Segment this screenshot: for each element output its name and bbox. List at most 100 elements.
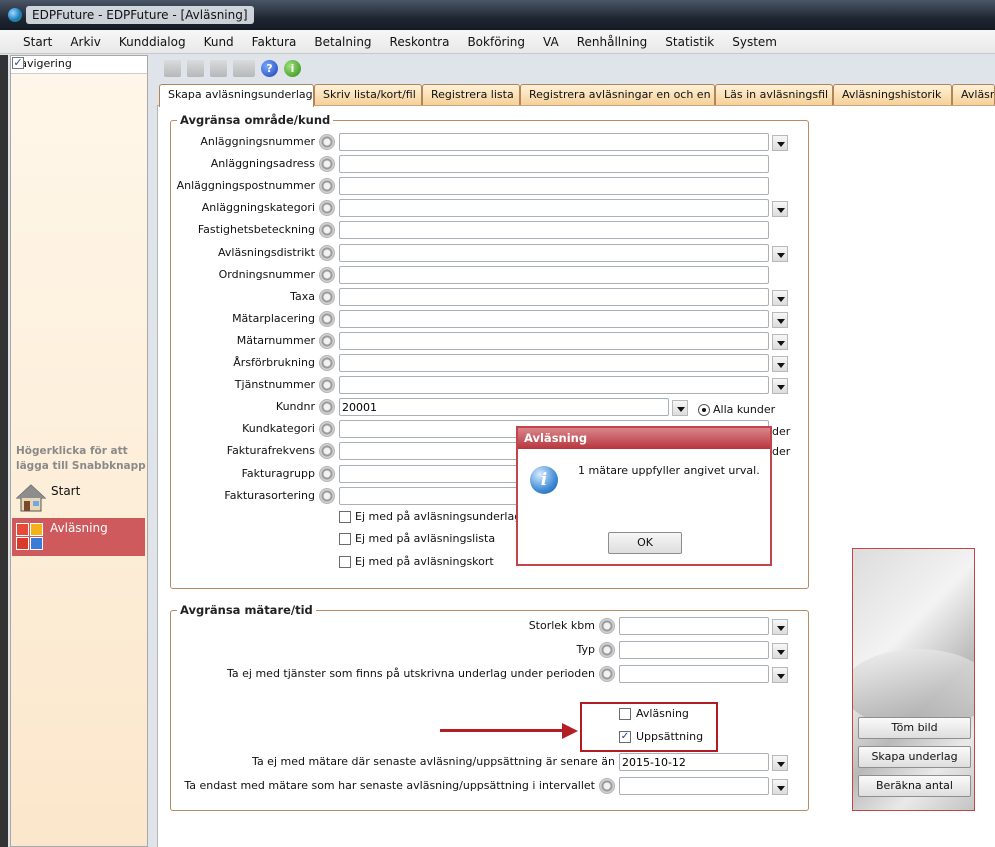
chevron-down-icon[interactable] — [772, 290, 788, 306]
field-anläggningsadress-input[interactable] — [339, 155, 769, 173]
gear-icon[interactable] — [319, 466, 335, 482]
checkbox-uppsattning[interactable]: ✓ — [619, 731, 631, 743]
gear-icon[interactable] — [599, 666, 615, 682]
menu-statistik[interactable]: Statistik — [656, 30, 723, 53]
preview-icon[interactable] — [210, 59, 227, 77]
chevron-down-icon[interactable] — [772, 755, 788, 771]
field-tjanster-input[interactable] — [619, 665, 769, 683]
field-date-input[interactable] — [619, 753, 769, 771]
gear-icon[interactable] — [319, 399, 335, 415]
gear-icon[interactable] — [319, 200, 335, 216]
field-typ-input[interactable] — [619, 641, 769, 659]
gear-icon[interactable] — [319, 267, 335, 283]
gear-icon[interactable] — [319, 222, 335, 238]
chevron-down-icon[interactable] — [772, 643, 788, 659]
field-fastighetsbeteckning-input[interactable] — [339, 221, 769, 239]
chevron-down-icon[interactable] — [772, 619, 788, 635]
field-interval-input[interactable] — [619, 777, 769, 795]
gear-icon[interactable] — [319, 488, 335, 504]
field-mätarplacering-input[interactable] — [339, 310, 769, 328]
menu-start[interactable]: Start — [14, 30, 61, 53]
chevron-down-icon[interactable] — [772, 135, 788, 151]
menu-kunddialog[interactable]: Kunddialog — [110, 30, 195, 53]
field-storlek-kbm-input[interactable] — [619, 617, 769, 635]
menu-arkiv[interactable]: Arkiv — [61, 30, 110, 53]
chevron-down-icon[interactable] — [772, 779, 788, 795]
menu-system[interactable]: System — [723, 30, 786, 53]
berakna-antal-button[interactable]: Beräkna antal — [858, 775, 971, 797]
menu-reskontra[interactable]: Reskontra — [381, 30, 459, 53]
gear-icon[interactable] — [319, 289, 335, 305]
tab-registrera-lista[interactable]: Registrera lista — [422, 84, 520, 106]
export-icon[interactable] — [233, 59, 255, 77]
checkbox-avlasning-label: Avläsning — [636, 707, 689, 720]
field-mätarnummer-input[interactable] — [339, 332, 769, 350]
tiles-icon — [16, 523, 44, 551]
field-tjänstnummer-input[interactable] — [339, 376, 769, 394]
help-icon[interactable]: ? — [261, 59, 278, 77]
field-taxa-input[interactable] — [339, 288, 769, 306]
ok-button[interactable]: OK — [608, 532, 682, 554]
checkbox-ej-med-underlag[interactable] — [339, 511, 351, 523]
tom-bild-button[interactable]: Töm bild — [858, 717, 971, 739]
field-anläggningskategori-label: Anläggningskategori — [201, 201, 315, 214]
field-avläsningsdistrikt-label: Avläsningsdistrikt — [218, 246, 315, 259]
nav-item-avlasning[interactable]: Avläsning — [12, 518, 145, 556]
chevron-down-icon[interactable] — [772, 334, 788, 350]
gear-icon[interactable] — [599, 778, 615, 794]
print-icon[interactable] — [187, 59, 204, 77]
checkbox-ej-med-kort[interactable] — [339, 556, 351, 568]
chevron-down-icon[interactable] — [772, 667, 788, 683]
skapa-underlag-button[interactable]: Skapa underlag — [858, 746, 971, 768]
menu-kund[interactable]: Kund — [195, 30, 243, 53]
chevron-down-icon[interactable] — [772, 378, 788, 394]
nav-header: Navigering ✓ — [11, 56, 147, 74]
chevron-down-icon[interactable] — [772, 246, 788, 262]
gear-icon[interactable] — [319, 443, 335, 459]
radio-alla-kunder[interactable] — [698, 404, 710, 416]
info-icon[interactable]: i — [284, 59, 301, 77]
gear-icon[interactable] — [319, 421, 335, 437]
menu-betalning[interactable]: Betalning — [305, 30, 380, 53]
checkbox-avlasning[interactable] — [619, 708, 631, 720]
chevron-down-icon[interactable] — [672, 400, 688, 416]
field-årsförbrukning-input[interactable] — [339, 354, 769, 372]
gear-icon[interactable] — [319, 355, 335, 371]
gear-icon[interactable] — [319, 245, 335, 261]
field-anläggningspostnummer-input[interactable] — [339, 177, 769, 195]
tab-las-in-fil[interactable]: Läs in avläsningsfil — [715, 84, 833, 106]
back-icon[interactable] — [164, 59, 181, 77]
gear-icon[interactable] — [319, 178, 335, 194]
gear-icon[interactable] — [319, 134, 335, 150]
checkbox-ej-med-kort-label: Ej med på avläsningskort — [355, 555, 494, 568]
tab-avlasn[interactable]: Avläsn — [952, 84, 995, 106]
gear-icon[interactable] — [319, 156, 335, 172]
field-anläggningsnummer-input[interactable] — [339, 133, 769, 151]
menu-faktura[interactable]: Faktura — [243, 30, 306, 53]
field-ordningsnummer-input[interactable] — [339, 266, 769, 284]
tab-skapa-avlasningsunderlag[interactable]: Skapa avläsningsunderlag — [159, 84, 314, 107]
field-kundnr-input[interactable] — [339, 398, 669, 416]
field-anläggningskategori-input[interactable] — [339, 199, 769, 217]
chevron-down-icon[interactable] — [772, 356, 788, 372]
chevron-down-icon[interactable] — [772, 201, 788, 217]
nav-item-start[interactable]: Start — [13, 481, 145, 515]
menu-bokforing[interactable]: Bokföring — [458, 30, 534, 53]
gear-icon[interactable] — [599, 642, 615, 658]
menu-renhallning[interactable]: Renhållning — [568, 30, 657, 53]
field-storlek-kbm-label: Storlek kbm — [528, 619, 595, 632]
tab-skriv-lista[interactable]: Skriv lista/kort/fil — [314, 84, 422, 106]
tab-registrera-en-och-en[interactable]: Registrera avläsningar en och en — [520, 84, 715, 106]
nav-hint: Högerklicka för att lägga till Snabbknap… — [16, 445, 146, 472]
nav-pin-checkbox[interactable]: ✓ — [12, 57, 24, 69]
field-avläsningsdistrikt-input[interactable] — [339, 244, 769, 262]
menu-va[interactable]: VA — [534, 30, 568, 53]
gear-icon[interactable] — [319, 311, 335, 327]
checkbox-ej-med-lista[interactable] — [339, 533, 351, 545]
gear-icon[interactable] — [319, 377, 335, 393]
title-bar: EDPFuture - EDPFuture - [Avläsning] — [0, 0, 995, 30]
chevron-down-icon[interactable] — [772, 312, 788, 328]
tab-avlasningshistorik[interactable]: Avläsningshistorik — [833, 84, 952, 106]
gear-icon[interactable] — [599, 618, 615, 634]
gear-icon[interactable] — [319, 333, 335, 349]
